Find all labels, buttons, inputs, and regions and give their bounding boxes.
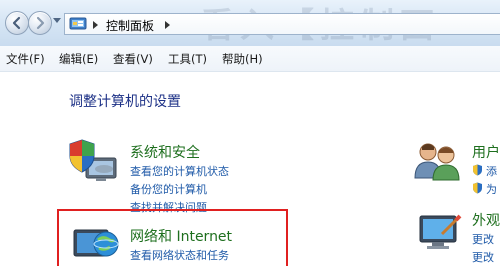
menu-edit[interactable]: 编辑(E) — [59, 51, 98, 67]
user-accounts-icon[interactable] — [412, 138, 464, 184]
menu-help[interactable]: 帮助(H) — [222, 51, 263, 67]
back-button[interactable] — [5, 11, 29, 35]
highlight-annotation-box — [57, 209, 288, 266]
back-arrow-icon — [12, 16, 21, 30]
link-backup-computer[interactable]: 备份您的计算机 — [130, 181, 207, 197]
control-panel-icon — [69, 17, 87, 30]
breadcrumb-separator-icon[interactable] — [93, 21, 98, 29]
link-appearance-change-1[interactable]: 更改 — [472, 231, 494, 247]
menu-tools[interactable]: 工具(T) — [168, 51, 207, 67]
breadcrumb-separator-icon[interactable] — [165, 21, 170, 29]
page-title: 调整计算机的设置 — [69, 94, 181, 110]
forward-button[interactable] — [28, 11, 52, 35]
control-panel-window: 看入【控制面 控制面板 文件(F) 编辑 — [0, 0, 500, 266]
monitor-paint-icon[interactable] — [412, 210, 464, 256]
menu-view[interactable]: 查看(V) — [113, 51, 153, 67]
link-user-set[interactable]: 为 — [486, 181, 497, 197]
address-field[interactable]: 控制面板 — [64, 13, 500, 35]
category-user-accounts[interactable]: 用户 — [472, 142, 500, 162]
control-panel-content: 调整计算机的设置 系统和安全 查看您的计算机状态 备份您的计算机 查找并解决问题… — [0, 72, 500, 266]
uac-shield-icon — [473, 182, 482, 194]
menu-bar: 文件(F) 编辑(E) 查看(V) 工具(T) 帮助(H) — [0, 46, 500, 72]
category-system-security[interactable]: 系统和安全 — [130, 142, 200, 162]
link-appearance-change-2[interactable]: 更改 — [472, 249, 494, 265]
address-toolbar: 看入【控制面 控制面板 — [0, 0, 500, 46]
forward-arrow-icon — [36, 16, 45, 30]
category-appearance[interactable]: 外观 — [472, 210, 500, 230]
link-check-computer-status[interactable]: 查看您的计算机状态 — [130, 163, 229, 179]
uac-shield-icon — [473, 164, 482, 176]
menu-file[interactable]: 文件(F) — [6, 51, 45, 67]
shield-computer-icon[interactable] — [68, 138, 120, 186]
recent-pages-dropdown[interactable] — [53, 18, 61, 23]
link-user-add[interactable]: 添 — [486, 163, 497, 179]
breadcrumb-control-panel[interactable]: 控制面板 — [106, 17, 154, 34]
